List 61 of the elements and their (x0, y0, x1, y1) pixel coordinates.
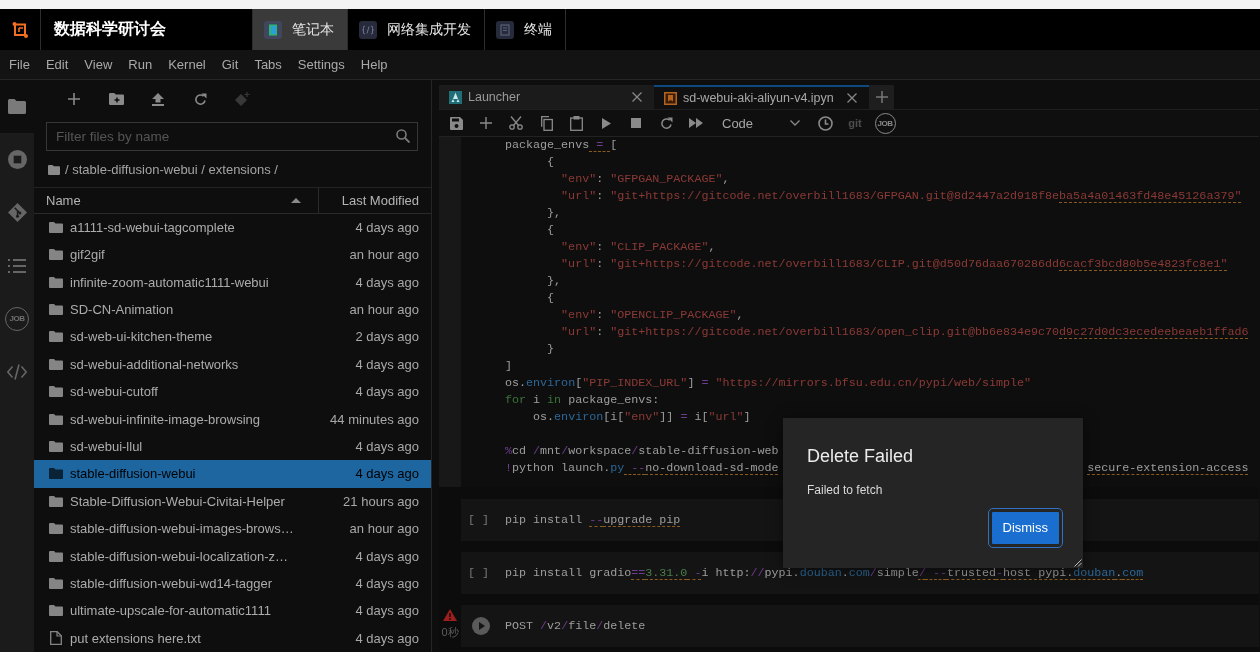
modified-time: 4 days ago (355, 466, 419, 482)
code-line: pip install gradio==3.31.0 -i http://pypi.douban.com/simple/ --trusted-host pypi.douban.com (505, 565, 1144, 580)
execution-prompt: [ ] (468, 513, 490, 527)
code-line-fragment: secure-extension-access (1087, 460, 1249, 477)
file-name: sd-web-ui-kitchen-theme (70, 329, 214, 345)
code-line: os.environ[i["env"]] = i["url"] (533, 410, 751, 424)
file-name: stable-diffusion-webui (70, 466, 197, 482)
modified-time: 44 minutes ago (330, 411, 419, 427)
file-name: sd-webui-llul (70, 439, 144, 455)
modified-time: 4 days ago (355, 603, 419, 619)
code-line: %cd /mnt/workspace/stable-diffusion-web (505, 444, 779, 458)
execution-time: 0秒 (441, 625, 459, 640)
code-line: pip install --upgrade pip (505, 512, 681, 527)
file-name: SD-CN-Animation (70, 302, 175, 318)
modified-time: 4 days ago (355, 630, 419, 646)
modified-time: 4 days ago (355, 439, 419, 455)
modified-time: 4 days ago (355, 356, 419, 372)
code-line: "env": "CLIP_PACKAGE", (561, 240, 716, 254)
code-line: os.environ["PIP_INDEX_URL"] = "https://mirrors.bfsu.edu.cn/pypi/web/simple" (505, 376, 1032, 390)
code-line: "url": "git+https://gitcode.net/overbill1683/open_clip.git@bb6e834e9c70d9c27d0dc3ecedeebeaeb1ffad6 (561, 325, 1249, 339)
modified-time: an hour ago (349, 521, 419, 537)
file-name: gif2gif (70, 247, 106, 263)
code-line: ] (505, 359, 512, 373)
file-name: stable-diffusion-webui-localization-z… (70, 548, 289, 564)
dialog-message: Failed to fetch (807, 483, 884, 497)
modified-time: 4 days ago (355, 548, 419, 564)
code-line: !python launch.py --no-download-sd-mode (505, 461, 779, 475)
file-name: Stable-Diffusion-Webui-Civitai-Helper (70, 493, 286, 509)
modified-time: 4 days ago (355, 576, 419, 591)
file-name: a1111-sd-webui-tagcomplete (70, 219, 236, 235)
code-line: package_envs = [ (505, 138, 618, 152)
file-name: stable-diffusion-webui-images-brows… (70, 521, 295, 537)
app-title: 数据科学研讨会 (54, 19, 166, 39)
code-line: POST /v2/file/delete (505, 618, 646, 633)
file-name: put extensions here.txt (70, 630, 202, 646)
code-line: { (547, 223, 555, 237)
file-name: sd-webui-additional-networks (70, 356, 240, 372)
file-name: ultimate-upscale-for-automatic1111 (70, 603, 272, 619)
code-line: "url": "git+https://gitcode.net/overbill1683/CLIP.git@d50d76daa670286dd6cacf3bcd80b5e4823fc8e1" (561, 257, 1228, 271)
modified-time: an hour ago (349, 302, 419, 318)
code-line: for i in package_envs: (505, 393, 660, 407)
code-line: "url": "git+https://gitcode.net/overbill1683/GFPGAN.git@8d2447a2d918f8eba5a4a01463fd48e45126a379" (561, 189, 1242, 203)
modified-time: 4 days ago (355, 219, 419, 235)
file-name: sd-webui-cutoff (70, 384, 159, 400)
modified-time: 4 days ago (355, 274, 419, 290)
code-line: "env": "OPENCLIP_PACKAGE", (561, 308, 744, 322)
code-line: { (547, 155, 555, 169)
execution-prompt: [ ] (468, 566, 490, 580)
file-name: sd-webui-infinite-image-browsing (70, 411, 262, 427)
file-name: infinite-zoom-automatic1111-webui (70, 274, 270, 290)
modified-time: 4 days ago (355, 384, 419, 400)
dialog-title: Delete Failed (807, 445, 915, 467)
code-line: "env": "GFPGAN_PACKAGE", (561, 172, 730, 186)
code-line: } (547, 342, 555, 356)
modified-time: 2 days ago (355, 329, 419, 345)
file-name: stable-diffusion-webui-wd14-tagger (70, 576, 274, 591)
code-line: }, (547, 274, 562, 288)
modified-time: 21 hours ago (343, 493, 419, 509)
modified-time: an hour ago (349, 247, 419, 263)
code-line: }, (547, 206, 562, 220)
code-line: { (547, 291, 555, 305)
